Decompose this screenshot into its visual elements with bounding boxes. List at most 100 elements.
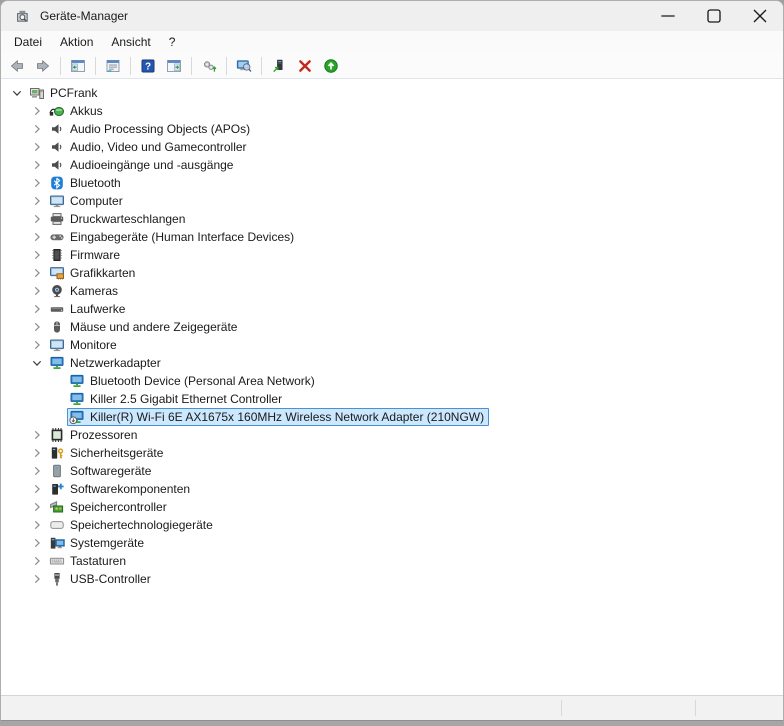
chevron-right-icon[interactable] [29, 445, 45, 461]
chevron-right-icon[interactable] [29, 139, 45, 155]
tree-item-label: USB-Controller [70, 572, 151, 586]
tree-item-label: PCFrank [50, 86, 98, 100]
speaker-icon [49, 139, 65, 155]
chevron-right-icon[interactable] [29, 337, 45, 353]
update-driver-button[interactable] [266, 54, 292, 78]
tree-item[interactable]: Bluetooth [1, 174, 783, 192]
tree-item-label: Druckwarteschlangen [70, 212, 186, 226]
tree-item[interactable]: Speichercontroller [1, 498, 783, 516]
software-component-icon [49, 481, 65, 497]
tree-item[interactable]: Mäuse und andere Zeigegeräte [1, 318, 783, 336]
chevron-right-icon[interactable] [29, 193, 45, 209]
chevron-down-icon[interactable] [29, 355, 45, 371]
tree-item[interactable]: Softwarekomponenten [1, 480, 783, 498]
network-adapter-disabled-icon [69, 409, 85, 425]
maximize-button[interactable] [691, 1, 737, 31]
show-console-tree-button[interactable] [65, 54, 91, 78]
monitor-icon [49, 193, 65, 209]
help-button[interactable]: ? [135, 54, 161, 78]
tree-item[interactable]: Laufwerke [1, 300, 783, 318]
tree-item[interactable]: Grafikkarten [1, 264, 783, 282]
forward-button[interactable] [30, 54, 56, 78]
chip-icon [49, 247, 65, 263]
tree-item[interactable]: Speichertechnologiegeräte [1, 516, 783, 534]
window-title: Geräte-Manager [40, 9, 129, 23]
camera-icon [49, 283, 65, 299]
properties-window-icon [105, 58, 121, 74]
chevron-right-icon[interactable] [29, 211, 45, 227]
tree-item-label: Akkus [70, 104, 103, 118]
tree-item[interactable]: Prozessoren [1, 426, 783, 444]
tree-item-label: Computer [70, 194, 123, 208]
device-update-icon [271, 58, 287, 74]
chevron-right-icon[interactable] [29, 247, 45, 263]
tree-item[interactable]: PCFrank [1, 84, 783, 102]
chevron-right-icon[interactable] [29, 319, 45, 335]
chevron-right-icon[interactable] [29, 229, 45, 245]
scan-hardware-button[interactable] [196, 54, 222, 78]
chevron-right-icon[interactable] [29, 427, 45, 443]
tree-item[interactable]: Akkus [1, 102, 783, 120]
properties-button[interactable] [100, 54, 126, 78]
tree-item[interactable]: Audio, Video und Gamecontroller [1, 138, 783, 156]
chevron-right-icon[interactable] [29, 463, 45, 479]
tree-item[interactable]: Bluetooth Device (Personal Area Network) [1, 372, 783, 390]
tree-item[interactable]: USB-Controller [1, 570, 783, 588]
menu-item-hilfe[interactable]: ? [160, 32, 185, 52]
tree-item[interactable]: Netzwerkadapter [1, 354, 783, 372]
device-tree: PCFrank Akkus Audio Processing Objects (AP… [1, 79, 783, 695]
tree-item[interactable]: Computer [1, 192, 783, 210]
tree-item[interactable]: Druckwarteschlangen [1, 210, 783, 228]
menu-item-ansicht[interactable]: Ansicht [102, 32, 159, 52]
drive-icon [49, 301, 65, 317]
tree-item[interactable]: Firmware [1, 246, 783, 264]
menu-item-datei[interactable]: Datei [5, 32, 51, 52]
toolbar-separator [261, 56, 262, 75]
toolbar-separator [191, 56, 192, 75]
chevron-right-icon[interactable] [29, 175, 45, 191]
keyboard-icon [49, 553, 65, 569]
svg-text:?: ? [145, 61, 151, 72]
window-bottom-shadow [0, 721, 784, 726]
tree-item[interactable]: Eingabegeräte (Human Interface Devices) [1, 228, 783, 246]
menu-item-aktion[interactable]: Aktion [51, 32, 102, 52]
tree-item[interactable]: Killer(R) Wi-Fi 6E AX1675x 160MHz Wirele… [1, 408, 783, 426]
chevron-right-icon[interactable] [29, 535, 45, 551]
tree-item-label: Audio Processing Objects (APOs) [70, 122, 251, 136]
tree-item-label: Sicherheitsgeräte [70, 446, 164, 460]
statusbar-separator [695, 700, 696, 716]
back-button[interactable] [4, 54, 30, 78]
tree-item[interactable]: Killer 2.5 Gigabit Ethernet Controller [1, 390, 783, 408]
tree-item[interactable]: Sicherheitsgeräte [1, 444, 783, 462]
chevron-right-icon[interactable] [29, 517, 45, 533]
chevron-right-icon[interactable] [29, 499, 45, 515]
chevron-right-icon[interactable] [29, 103, 45, 119]
tree-item[interactable]: Systemgeräte [1, 534, 783, 552]
network-adapter-icon [49, 355, 65, 371]
chevron-right-icon[interactable] [29, 157, 45, 173]
close-button[interactable] [737, 1, 783, 31]
tree-item-label: Killer(R) Wi-Fi 6E AX1675x 160MHz Wirele… [90, 410, 485, 424]
chevron-right-icon[interactable] [29, 553, 45, 569]
tree-item[interactable]: Audio Processing Objects (APOs) [1, 120, 783, 138]
minimize-button[interactable] [645, 1, 691, 31]
tree-item[interactable]: Softwaregeräte [1, 462, 783, 480]
chevron-right-icon[interactable] [29, 121, 45, 137]
minimize-icon [660, 8, 676, 24]
chevron-right-icon[interactable] [29, 283, 45, 299]
tree-item[interactable]: Monitore [1, 336, 783, 354]
chevron-right-icon[interactable] [29, 301, 45, 317]
enable-device-button[interactable] [318, 54, 344, 78]
search-computer-button[interactable] [231, 54, 257, 78]
chevron-right-icon[interactable] [29, 571, 45, 587]
tree-item-label: Softwaregeräte [70, 464, 152, 478]
maximize-icon [706, 8, 722, 24]
tree-item[interactable]: Audioeingänge und -ausgänge [1, 156, 783, 174]
tree-item[interactable]: Kameras [1, 282, 783, 300]
uninstall-device-button[interactable] [292, 54, 318, 78]
chevron-right-icon[interactable] [29, 481, 45, 497]
action-pane-button[interactable] [161, 54, 187, 78]
chevron-down-icon[interactable] [9, 85, 25, 101]
chevron-right-icon[interactable] [29, 265, 45, 281]
tree-item[interactable]: Tastaturen [1, 552, 783, 570]
